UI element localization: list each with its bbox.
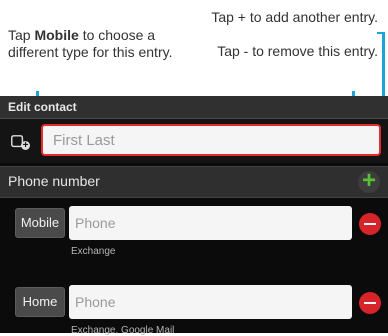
phone-section-label: Phone number [8, 173, 100, 189]
title-bar: Edit contact [0, 96, 388, 119]
phone-placeholder: Phone [75, 294, 116, 310]
account-label-1: Exchange [71, 246, 116, 257]
page-title: Edit contact [8, 100, 77, 114]
contact-photo-icon[interactable]: ▢ + [10, 132, 30, 151]
remove-phone-button-2[interactable] [359, 292, 381, 314]
plus-icon: + [361, 167, 376, 194]
callout-mobile-type: Tap Mobile to choose a different type fo… [8, 27, 183, 61]
phone-type-button-home[interactable]: Home [15, 287, 65, 317]
name-field[interactable]: First Last [41, 124, 381, 156]
callout-text-bold: Mobile [34, 27, 79, 43]
callout-add-entry: Tap + to add another entry. [211, 9, 378, 25]
callout-remove-entry: Tap - to remove this entry. [217, 43, 378, 59]
account-label-2: Exchange, Google Mail [71, 325, 175, 336]
edit-contact-screen: Edit contact ▢ + First Last Phone number … [0, 96, 388, 336]
callout-text-pre: Tap [8, 27, 35, 43]
phone-type-button-mobile[interactable]: Mobile [15, 208, 65, 238]
minus-icon [364, 302, 376, 304]
minus-icon [364, 223, 376, 225]
remove-phone-button-1[interactable] [359, 213, 381, 235]
phone-placeholder: Phone [75, 215, 116, 231]
callout-line-add-top [377, 32, 385, 34]
phone-input-mobile[interactable]: Phone [69, 206, 352, 240]
name-row: ▢ + First Last [0, 119, 388, 163]
name-placeholder: First Last [53, 132, 115, 149]
phone-input-home[interactable]: Phone [69, 285, 352, 319]
phone-number-section-header: Phone number + [0, 166, 388, 198]
add-phone-button[interactable]: + [358, 167, 380, 194]
